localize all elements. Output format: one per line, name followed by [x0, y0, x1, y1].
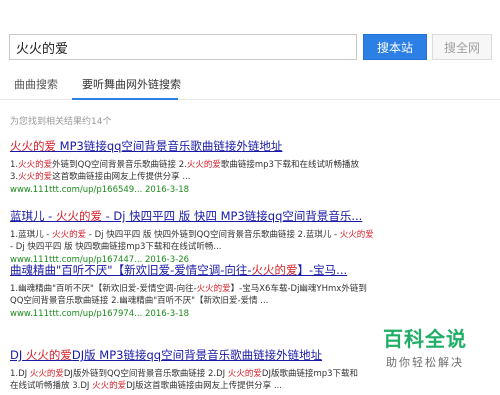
text-segment: 曲魂精曲"百听不厌"【新欢旧爱-爱情空调-向往- [10, 263, 252, 277]
text-segment: - Dj 快四平四 版 快四 MP3链接qq空间背景音乐... [101, 209, 363, 223]
text-segment: MP3链接qq空间背景音乐歌曲链接外链地址 [56, 139, 283, 153]
highlight-keyword: 火火的爱 [25, 348, 72, 362]
highlight-keyword: 火火的爱 [339, 230, 374, 240]
result-item: 蓝琪儿 - 火火的爱 - Dj 快四平四 版 快四 MP3链接qq空间背景音乐.… [10, 209, 490, 266]
highlight-keyword: 火火的爱 [55, 209, 102, 223]
text-segment: DJ版 MP3链接qq空间背景音乐歌曲链接外链地址 [71, 348, 323, 362]
brand-slogan: 助你轻松解决 [386, 356, 464, 369]
highlight-keyword: 火火的爱 [92, 381, 127, 391]
result-title-link[interactable]: 火火的爱 MP3链接qq空间背景音乐歌曲链接外链地址 [10, 139, 490, 154]
highlight-keyword: 火火的爱 [18, 160, 53, 170]
brand-watermark: 百科全说 助你轻松解决 [360, 323, 490, 370]
result-item: 火火的爱 MP3链接qq空间背景音乐歌曲链接外链地址 1.火火的爱外链到QQ空间… [10, 139, 490, 196]
text-segment: 外链到QQ空间背景音乐歌曲链接 2. [52, 160, 187, 170]
highlight-keyword: 火火的爱 [186, 160, 221, 170]
tab-song-search[interactable]: 曲曲搜索 [14, 76, 58, 92]
text-segment: DJ版歌曲链接mp3下载和 [261, 369, 359, 379]
text-segment: 】-宝马... [297, 263, 348, 277]
text-segment: 在线试听畅播放 3.DJ [10, 381, 93, 391]
text-segment: 这首歌曲链接由网友上传提供分享 ... [52, 172, 191, 182]
text-segment: 1.DJ [10, 369, 30, 379]
text-segment: DJ [10, 348, 26, 362]
text-segment: 1.蓝琪儿 - [10, 230, 53, 240]
highlight-keyword: 火火的爱 [227, 369, 262, 379]
highlight-keyword: 火火的爱 [196, 284, 231, 294]
result-url: www.111ttt.com/up/p167974... 2016-3-18 [10, 309, 190, 319]
text-segment: 】-宝马X6车载-Dj幽魂YHmx外链到 [230, 284, 367, 294]
result-desc: 1.蓝琪儿 - 火火的爱 - Dj 快四平四 版 快四外链到QQ空间背景音乐歌曲… [10, 229, 490, 241]
text-segment: DJ版这首歌曲链接由网友上传提供分享 ... [126, 381, 282, 391]
text-segment: 歌曲链接mp3下载和在线试听畅播放 [220, 160, 359, 170]
text-segment: 蓝琪儿 - [10, 209, 56, 223]
text-segment: - Dj 快四平四 版 快四歌曲链接mp3下载和在线试听畅... [10, 242, 222, 252]
result-desc: 1.幽魂精曲"百听不厌"【新欢旧爱-爱情空调-向往-火火的爱】-宝马X6车载-D… [10, 283, 490, 295]
search-web-button[interactable]: 搜全网 [432, 34, 492, 60]
text-segment: 1. [10, 160, 19, 170]
text-segment: 3. [10, 172, 19, 182]
result-desc: 在线试听畅播放 3.DJ 火火的爱DJ版这首歌曲链接由网友上传提供分享 ... [10, 380, 490, 392]
result-title-link[interactable]: 蓝琪儿 - 火火的爱 - Dj 快四平四 版 快四 MP3链接qq空间背景音乐.… [10, 209, 490, 224]
tab-link-search[interactable]: 要听舞曲网外链搜索 [82, 76, 181, 92]
brand-logo-text: 百科全说 [383, 327, 467, 351]
highlight-keyword: 火火的爱 [18, 172, 53, 182]
result-title-link[interactable]: 曲魂精曲"百听不厌"【新欢旧爱-爱情空调-向往-火火的爱】-宝马... [10, 263, 490, 278]
text-segment: QQ空间背景音乐歌曲链接 2.幽魂精曲"百听不厌"【新欢旧爱-爱情 ... [10, 296, 269, 306]
search-site-button[interactable]: 搜本站 [363, 34, 427, 60]
text-segment: 1.幽魂精曲"百听不厌"【新欢旧爱-爱情空调-向往- [10, 284, 197, 294]
highlight-keyword: 火火的爱 [52, 230, 87, 240]
results-count: 为您找到相关结果约14个 [10, 117, 112, 127]
text-segment: - Dj 快四平四 版 快四外链到QQ空间背景音乐歌曲链接 2.蓝琪儿 - [86, 230, 340, 240]
result-desc: - Dj 快四平四 版 快四歌曲链接mp3下载和在线试听畅... [10, 241, 490, 253]
highlight-keyword: 火火的爱 [10, 139, 56, 153]
search-bar[interactable] [9, 34, 357, 60]
text-segment: DJ版外链到QQ空间背景音乐歌曲链接 2.DJ [63, 369, 228, 379]
result-item: 曲魂精曲"百听不厌"【新欢旧爱-爱情空调-向往-火火的爱】-宝马... 1.幽魂… [10, 263, 490, 320]
result-url: www.111ttt.com/up/p166549... 2016-3-18 [10, 185, 190, 195]
tab-bar: 曲曲搜索 要听舞曲网外链搜索 [0, 72, 500, 100]
highlight-keyword: 火火的爱 [29, 369, 64, 379]
highlight-keyword: 火火的爱 [251, 263, 298, 277]
result-desc: 3.火火的爱这首歌曲链接由网友上传提供分享 ... [10, 171, 490, 183]
result-desc: 1.火火的爱外链到QQ空间背景音乐歌曲链接 2.火火的爱歌曲链接mp3下载和在线… [10, 159, 490, 171]
result-desc: QQ空间背景音乐歌曲链接 2.幽魂精曲"百听不厌"【新欢旧爱-爱情 ... [10, 295, 490, 307]
search-input[interactable] [10, 35, 356, 59]
active-tab-indicator [72, 98, 178, 100]
